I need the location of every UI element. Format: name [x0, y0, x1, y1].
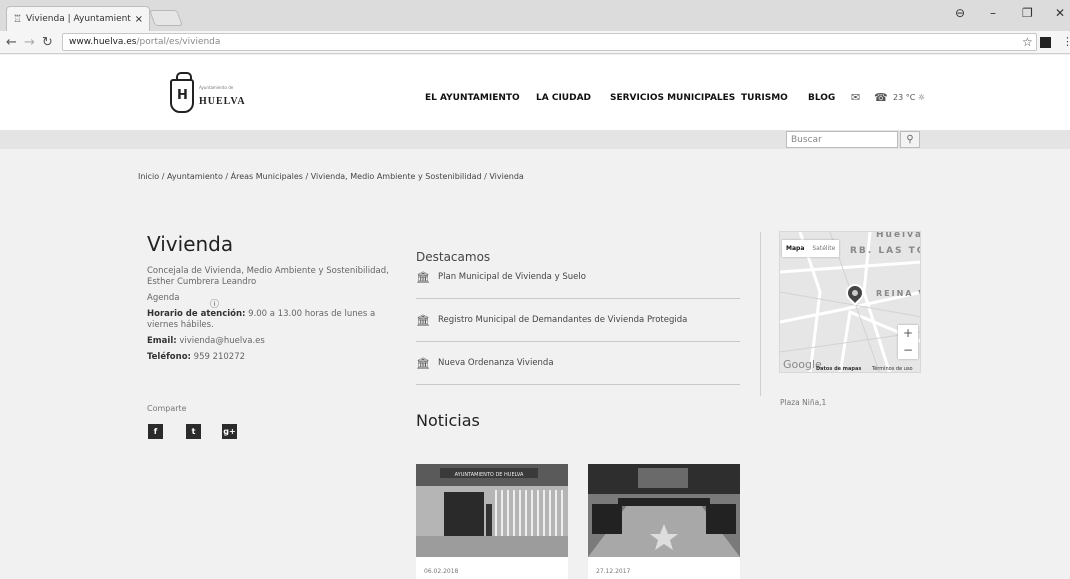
- search-button[interactable]: ⚲: [900, 131, 920, 148]
- twitter-icon[interactable]: t: [186, 424, 201, 439]
- address-bar: ← → ↻ ⓘ www.huelva.es/portal/es/vivienda…: [0, 31, 1070, 310]
- new-tab-button[interactable]: [149, 10, 183, 26]
- map-type-map[interactable]: Mapa: [782, 240, 808, 257]
- breadcrumb-separator: /: [302, 172, 311, 181]
- breadcrumb-ayuntamiento[interactable]: Ayuntamiento: [167, 172, 223, 181]
- building-icon: 🏛: [416, 270, 430, 284]
- page-title: Vivienda: [147, 232, 234, 256]
- sun-icon: ☼: [917, 93, 926, 102]
- nav-la-ciudad[interactable]: LA CIUDAD: [536, 93, 591, 103]
- breadcrumb-separator: /: [222, 172, 231, 181]
- map-label-huelva: Huelva: [876, 231, 921, 240]
- news-date: 06.02.2018: [424, 568, 459, 575]
- news-card[interactable]: AYUNTAMIENTO DE HUELVA 06.02.2018: [416, 464, 568, 579]
- building-icon: 🏛: [416, 313, 430, 327]
- account-icon[interactable]: ⊖: [955, 6, 965, 20]
- share-label: Comparte: [147, 404, 187, 413]
- map-label-reina: REINA V: [876, 289, 920, 298]
- nav-blog[interactable]: BLOG: [808, 93, 835, 103]
- building-icon: 🏛: [416, 356, 430, 370]
- agenda-link[interactable]: Agenda: [147, 293, 397, 304]
- url-field[interactable]: ⓘ www.huelva.es/portal/es/vivienda: [62, 33, 1037, 310]
- search-strip: ⚲: [0, 130, 1070, 149]
- facebook-icon[interactable]: f: [148, 424, 163, 439]
- browser-tab[interactable]: ♖ Vivienda | Ayuntamiento ×: [6, 6, 150, 31]
- tab-close-icon[interactable]: ×: [135, 14, 143, 25]
- telefono-text: Teléfono: 959 210272: [147, 352, 246, 362]
- minimize-icon[interactable]: –: [990, 6, 996, 20]
- map-divider: [760, 232, 761, 396]
- nav-servicios-municipales[interactable]: SERVICIOS MUNICIPALES: [610, 93, 735, 103]
- weather-readout: 23 °C ☼: [893, 93, 926, 102]
- destacamos-item[interactable]: 🏛 Nueva Ordenanza Vivienda: [416, 342, 740, 385]
- news-image: [588, 464, 740, 557]
- search-icon: ⚲: [906, 134, 914, 145]
- mail-icon[interactable]: ✉: [851, 91, 860, 104]
- map-terms-link[interactable]: Términos de uso: [872, 366, 913, 372]
- nav-turismo[interactable]: TURISMO: [741, 93, 788, 103]
- site-header: Ayuntamiento de HUELVA EL AYUNTAMIENTO L…: [0, 55, 1070, 130]
- news-date: 27.12.2017: [596, 568, 631, 575]
- main-nav: EL AYUNTAMIENTO LA CIUDAD SERVICIOS MUNI…: [0, 91, 1070, 107]
- destacamos-item[interactable]: 🏛 Registro Municipal de Demandantes de V…: [416, 299, 740, 342]
- zoom-in-button[interactable]: +: [898, 325, 918, 342]
- google-plus-icon[interactable]: g+: [222, 424, 237, 439]
- browser-tabbar: ♖ Vivienda | Ayuntamiento × ⊖ – ❐ ✕: [0, 0, 1070, 31]
- map-footer: Datos de mapas Términos de uso: [780, 362, 920, 372]
- zoom-control: + −: [898, 325, 918, 359]
- map-type-satellite[interactable]: Satélite: [808, 240, 839, 257]
- close-window-icon[interactable]: ✕: [1055, 6, 1065, 20]
- bookmark-star-icon[interactable]: ☆: [1022, 35, 1033, 49]
- nav-el-ayuntamiento[interactable]: EL AYUNTAMIENTO: [425, 93, 520, 103]
- map-copyright: Datos de mapas: [816, 366, 862, 372]
- breadcrumb-area[interactable]: Vivienda, Medio Ambiente y Sostenibilida…: [311, 172, 482, 181]
- breadcrumb-separator: /: [159, 172, 167, 181]
- news-sign-text: AYUNTAMIENTO DE HUELVA: [455, 472, 524, 478]
- noticias-title: Noticias: [416, 411, 480, 430]
- news-image: AYUNTAMIENTO DE HUELVA: [416, 464, 568, 557]
- contact-info: Concejala de Vivienda, Medio Ambiente y …: [147, 266, 397, 368]
- news-card[interactable]: 27.12.2017: [588, 464, 740, 579]
- url-path: /portal/es/vivienda: [136, 37, 221, 47]
- zoom-out-button[interactable]: −: [898, 342, 918, 359]
- concejala-text: Concejala de Vivienda, Medio Ambiente y …: [147, 266, 389, 287]
- menu-kebab-icon[interactable]: ⋮: [1062, 35, 1070, 48]
- map-label-barrio: RB. LAS TO: [850, 246, 921, 256]
- breadcrumb-areas[interactable]: Áreas Municipales: [231, 172, 303, 181]
- favicon-icon: ♖: [13, 13, 22, 25]
- email-link[interactable]: vivienda@huelva.es: [177, 336, 264, 346]
- search-input[interactable]: [786, 131, 898, 148]
- maximize-icon[interactable]: ❐: [1022, 6, 1033, 20]
- map-address: Plaza Niña,1: [780, 398, 827, 407]
- phone-icon[interactable]: ☎: [874, 91, 888, 104]
- horario-text: Horario de atención: 9.00 a 13.00 horas …: [147, 309, 376, 330]
- location-map[interactable]: Huelva RB. LAS TO REINA V Mapa Satélite …: [779, 231, 921, 373]
- back-arrow-icon[interactable]: ←: [6, 35, 17, 50]
- forward-arrow-icon[interactable]: →: [24, 35, 35, 50]
- url-host: www.huelva.es: [69, 37, 137, 47]
- extension-icon[interactable]: [1040, 37, 1051, 48]
- reload-icon[interactable]: ↻: [42, 35, 53, 50]
- map-type-control: Mapa Satélite: [782, 240, 840, 257]
- breadcrumb: Inicio / Ayuntamiento / Áreas Municipale…: [138, 172, 524, 181]
- breadcrumb-inicio[interactable]: Inicio: [138, 172, 159, 181]
- destacamos-item[interactable]: 🏛 Plan Municipal de Vivienda y Suelo: [416, 256, 740, 299]
- tab-title: Vivienda | Ayuntamiento: [25, 14, 131, 24]
- email-text: Email: vivienda@huelva.es: [147, 336, 265, 346]
- logo-small-text: Ayuntamiento de: [199, 84, 234, 90]
- breadcrumb-current: Vivienda: [489, 172, 524, 181]
